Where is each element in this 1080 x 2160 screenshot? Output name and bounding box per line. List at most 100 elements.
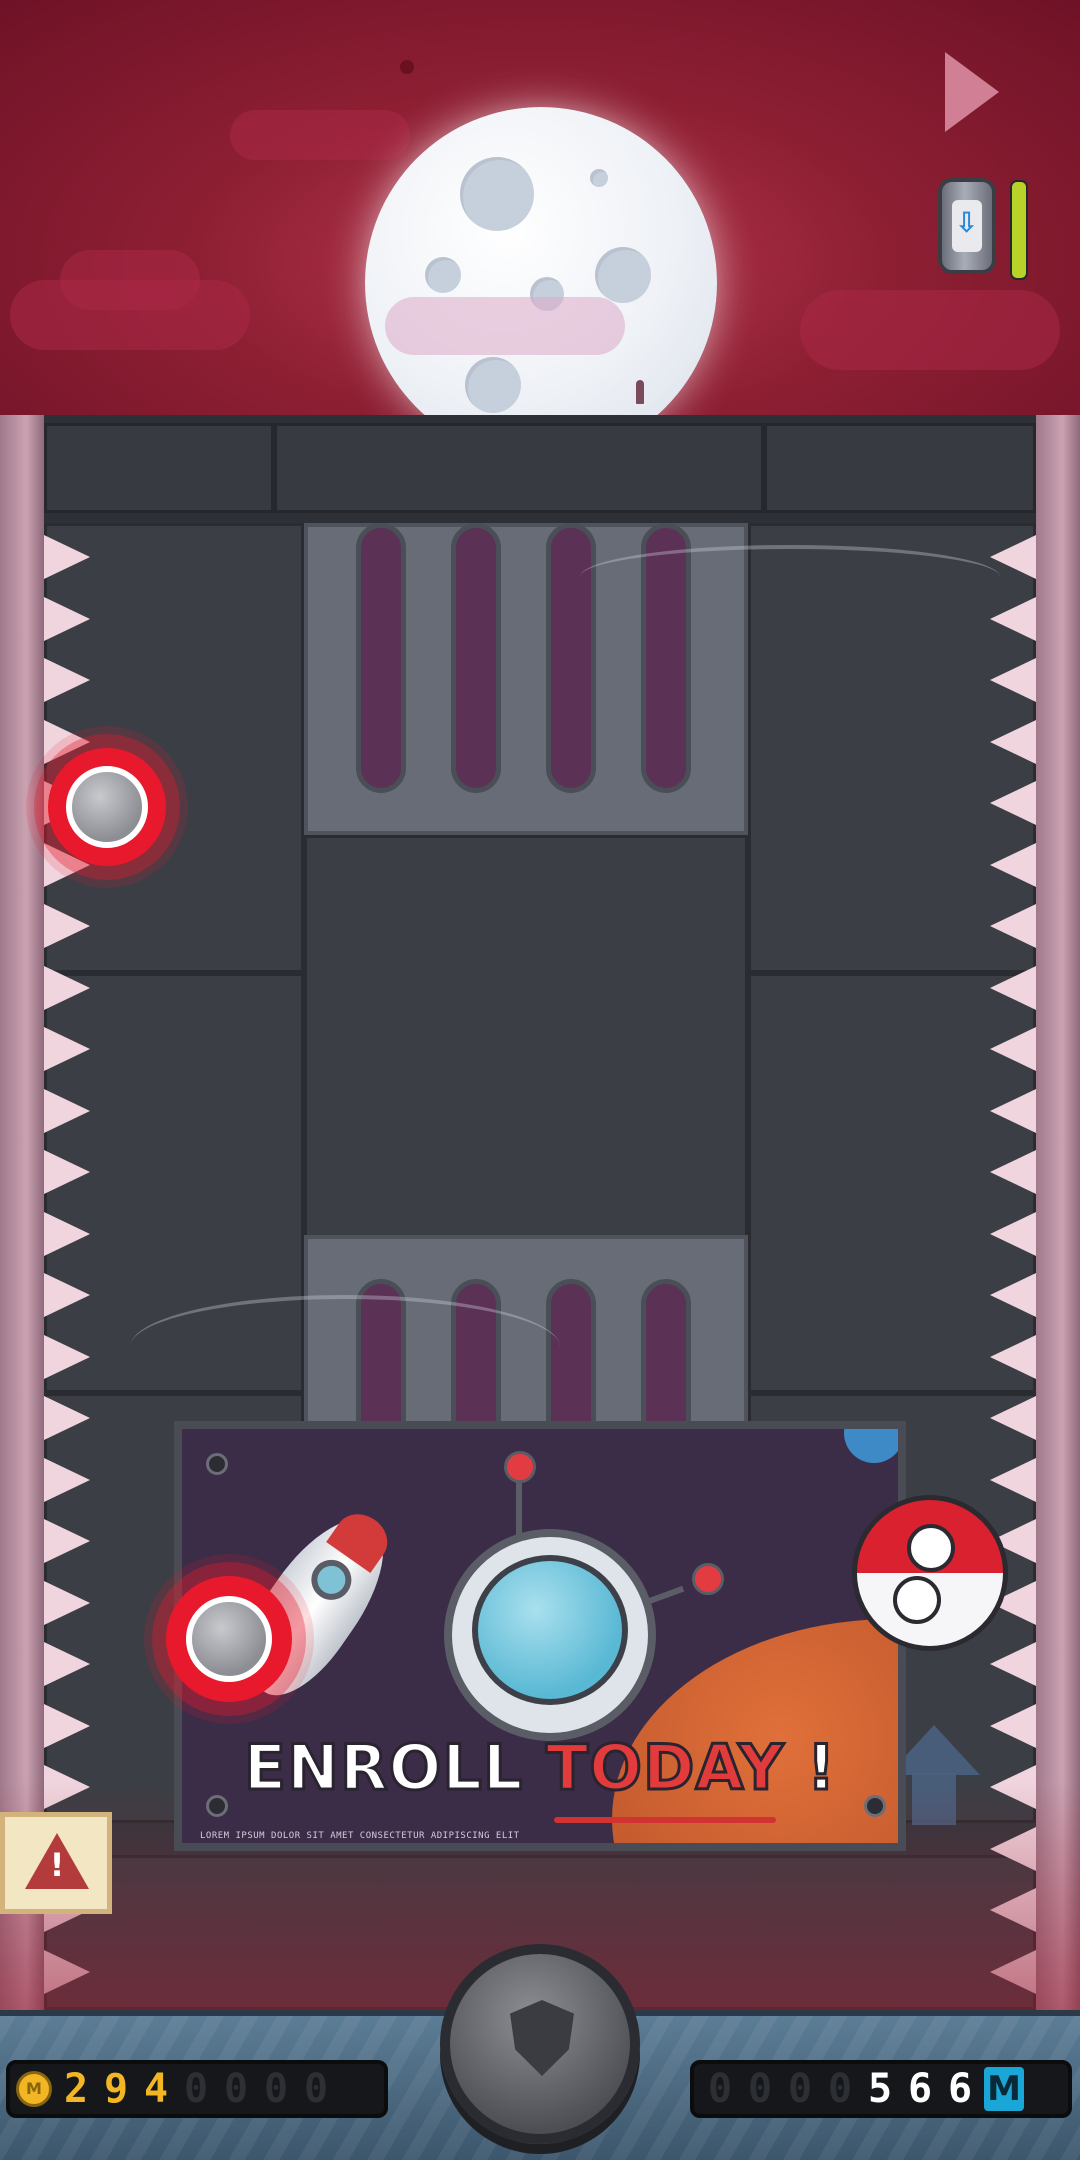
play-icon[interactable]	[945, 52, 999, 132]
astronaut-helmet	[444, 1529, 656, 1741]
spike	[44, 535, 90, 579]
spike	[44, 1273, 90, 1317]
spike	[44, 1027, 90, 1071]
spike	[990, 719, 1036, 764]
spike	[990, 1273, 1036, 1317]
spike	[990, 965, 1036, 1010]
cloud	[60, 250, 200, 310]
spike	[990, 1088, 1036, 1133]
vent-slot	[451, 523, 501, 793]
right-wall	[1036, 415, 1080, 2010]
spike	[990, 1396, 1036, 1440]
distance-counter: 0000566 M	[690, 2060, 1072, 2118]
spike	[990, 1642, 1036, 1686]
warning-badge[interactable]: !	[0, 1812, 112, 1914]
spike	[990, 1334, 1036, 1379]
headline-exclamation: !	[806, 1730, 837, 1806]
helmet-visor	[472, 1555, 628, 1705]
moon-crater	[425, 257, 461, 293]
top-beam	[44, 415, 1036, 529]
spike	[44, 1211, 90, 1256]
shield-icon	[510, 2000, 574, 2076]
rocket-window	[303, 1551, 360, 1608]
cloud	[800, 290, 1060, 370]
coin-digit: 4	[143, 2066, 169, 2112]
shield-button[interactable]	[440, 1944, 640, 2144]
spike	[44, 596, 90, 641]
vent-slot	[546, 523, 596, 793]
enemy-eye	[893, 1576, 941, 1624]
enemy-ball	[852, 1495, 1008, 1651]
moon-crater	[460, 157, 534, 231]
down-arrow-icon: ⇩	[955, 206, 979, 239]
coin-digit: 0	[303, 2066, 329, 2112]
coin-digits: 2940000	[56, 2065, 336, 2113]
left-wall	[0, 415, 44, 2010]
enemy-eye	[907, 1524, 955, 1572]
moon-crater	[465, 357, 521, 413]
spike	[44, 1088, 90, 1133]
warning-exclamation: !	[49, 1846, 65, 1884]
wind-streak	[580, 545, 1000, 609]
coin-icon: M	[16, 2071, 52, 2107]
vent-slot	[356, 523, 406, 793]
spike	[990, 1150, 1036, 1194]
distance-digit: 0	[747, 2066, 773, 2112]
headline-enroll: ENROLL	[242, 1730, 524, 1806]
distance-digits: 0000566	[700, 2065, 980, 2113]
spike	[990, 1027, 1036, 1071]
spike	[990, 1703, 1036, 1748]
headline-underline	[554, 1817, 776, 1823]
headline-today: TODAY	[544, 1730, 785, 1806]
spike	[44, 1396, 90, 1440]
spike	[44, 1580, 90, 1625]
spike	[990, 535, 1036, 579]
spike	[44, 1703, 90, 1748]
red-switch[interactable]	[166, 1576, 292, 1702]
red-switch[interactable]	[48, 748, 166, 866]
spike	[990, 596, 1036, 641]
antenna-knob	[692, 1563, 724, 1595]
distant-rocket	[636, 380, 644, 404]
fuel-canister-icon: ⇩	[938, 178, 996, 274]
distance-digit: 6	[907, 2066, 933, 2112]
beam-plate	[274, 423, 764, 513]
fuel-level-fill	[1012, 182, 1026, 278]
spike	[44, 658, 90, 702]
switch-ball	[186, 1596, 272, 1682]
night-sky-background	[0, 0, 1080, 415]
fuel-meter	[1010, 180, 1028, 280]
spike	[44, 1642, 90, 1686]
spike	[990, 1457, 1036, 1502]
spike	[44, 1334, 90, 1379]
spike	[990, 904, 1036, 948]
coin-digit: 0	[183, 2066, 209, 2112]
cloud	[385, 297, 625, 355]
coin-digit: 0	[223, 2066, 249, 2112]
distance-digit: 0	[827, 2066, 853, 2112]
coin-digit: 0	[263, 2066, 289, 2112]
coin-digit: 9	[103, 2066, 129, 2112]
right-spike-row	[990, 535, 1036, 1994]
distance-unit: M	[984, 2067, 1024, 2111]
spike	[44, 1519, 90, 1563]
spike	[44, 1150, 90, 1194]
wind-streak	[130, 1295, 560, 1399]
moon-crater	[590, 169, 608, 187]
spike	[990, 1211, 1036, 1256]
beam-plate	[764, 423, 1036, 513]
spike	[44, 965, 90, 1010]
billboard-fine-print: LOREM IPSUM DOLOR SIT AMET CONSECTETUR A…	[200, 1831, 520, 1841]
spike	[990, 781, 1036, 825]
antenna-knob	[504, 1451, 536, 1483]
spike	[990, 842, 1036, 887]
meteor	[400, 60, 414, 74]
beam-plate	[44, 423, 274, 513]
distance-digit: 5	[867, 2066, 893, 2112]
left-spike-row	[44, 535, 90, 1994]
distance-digit: 0	[707, 2066, 733, 2112]
billboard-corner-planet	[844, 1429, 898, 1463]
spike	[44, 1457, 90, 1502]
moon-crater	[595, 247, 651, 303]
screw-icon	[206, 1453, 228, 1475]
